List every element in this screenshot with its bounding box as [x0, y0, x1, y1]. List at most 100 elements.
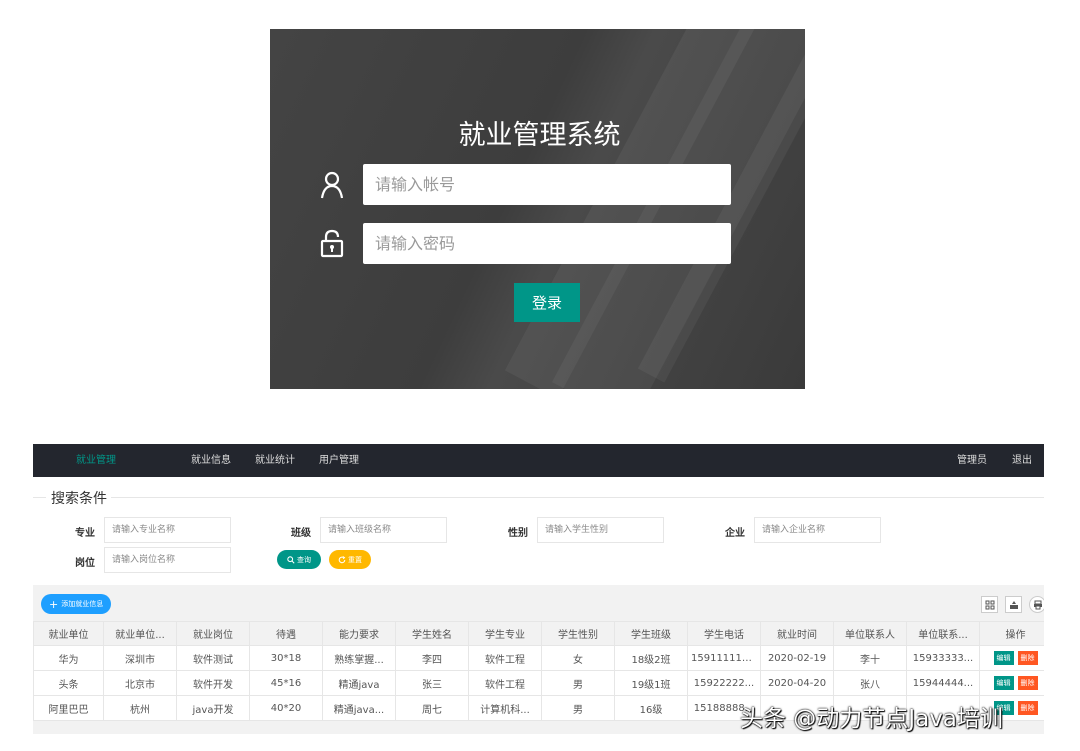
password-input[interactable]: [363, 223, 731, 264]
table-row[interactable]: 华为 深圳市 软件测试 30*18 熟练掌握... 李四 软件工程 女 18级2…: [33, 645, 1044, 671]
query-button[interactable]: 查询: [277, 550, 321, 569]
logout-link[interactable]: 退出: [1012, 451, 1032, 466]
major-input[interactable]: [104, 517, 231, 543]
column-header[interactable]: 学生电话: [687, 621, 761, 646]
password-row: [320, 223, 732, 265]
table-cell: 精通java...: [322, 695, 396, 721]
column-header[interactable]: 就业时间: [760, 621, 834, 646]
company-label: 企业: [725, 528, 745, 539]
position-input[interactable]: [104, 547, 231, 573]
column-header[interactable]: 单位联系人: [833, 621, 907, 646]
table-cell: 精通java: [322, 670, 396, 696]
table-cell: 软件工程: [468, 670, 542, 696]
nav-brand[interactable]: 就业管理: [76, 451, 116, 466]
table-cell: 软件工程: [468, 645, 542, 671]
admin-app: 就业管理 就业信息 就业统计 用户管理 管理员 退出 搜索条件 专业 班级 性别…: [33, 444, 1044, 734]
column-header[interactable]: 就业单位: [33, 621, 104, 646]
columns-filter-icon[interactable]: [981, 596, 998, 613]
lock-icon: [320, 229, 344, 258]
nav-item-user-management[interactable]: 用户管理: [319, 451, 359, 466]
table-cell: 软件测试: [176, 645, 250, 671]
print-icon[interactable]: [1029, 596, 1044, 613]
table-cell: 杭州: [103, 695, 177, 721]
table-cell: 19级1班: [614, 670, 688, 696]
column-header[interactable]: 学生班级: [614, 621, 688, 646]
delete-button[interactable]: 删除: [1017, 701, 1038, 715]
reset-label: 重置: [348, 555, 362, 564]
column-header[interactable]: 能力要求: [322, 621, 396, 646]
table-cell: 熟练掌握...: [322, 645, 396, 671]
table-cell: 计算机科...: [468, 695, 542, 721]
table-cell: 40*20: [249, 695, 323, 721]
divider: [33, 497, 46, 498]
table-cell: 159111111...: [687, 645, 761, 671]
row-actions: 编辑 删除: [979, 670, 1044, 696]
table-cell: 2020-02-19: [760, 645, 834, 671]
table-row[interactable]: 头条 北京市 软件开发 45*16 精通java 张三 软件工程 男 19级1班…: [33, 670, 1044, 696]
position-label: 岗位: [75, 558, 95, 569]
edit-button[interactable]: 编辑: [993, 676, 1014, 690]
login-button[interactable]: 登录: [514, 283, 580, 322]
table-cell: 男: [541, 695, 615, 721]
table-cell: 15922222...: [687, 670, 761, 696]
table-header-row: 就业单位 就业单位... 就业岗位 待遇 能力要求 学生姓名 学生专业 学生性别…: [33, 621, 1044, 646]
column-header[interactable]: 操作: [979, 621, 1044, 646]
gender-label: 性别: [508, 528, 528, 539]
add-employment-button[interactable]: + 添加就业信息: [41, 594, 112, 614]
column-header[interactable]: 就业单位...: [103, 621, 177, 646]
refresh-icon: [338, 555, 346, 563]
table-cell: 张八: [833, 670, 907, 696]
table-cell: 男: [541, 670, 615, 696]
table-cell: 深圳市: [103, 645, 177, 671]
table-cell: 15933333...: [906, 645, 980, 671]
table-cell: 女: [541, 645, 615, 671]
table-cell: 2020-04-20: [760, 670, 834, 696]
table-cell: 16级: [614, 695, 688, 721]
column-header[interactable]: 学生姓名: [395, 621, 469, 646]
reset-button[interactable]: 重置: [329, 550, 371, 569]
user-icon: [320, 171, 344, 199]
table-cell: java开发: [176, 695, 250, 721]
add-employment-label: 添加就业信息: [61, 600, 104, 608]
table-cell: 18级2班: [614, 645, 688, 671]
row-actions: 编辑 删除: [979, 645, 1044, 671]
nav-user[interactable]: 管理员: [957, 451, 987, 466]
major-label: 专业: [75, 528, 95, 539]
gender-input[interactable]: [537, 517, 664, 543]
table-cell: 阿里巴巴: [33, 695, 104, 721]
nav-item-employment-info[interactable]: 就业信息: [191, 451, 231, 466]
class-input[interactable]: [320, 517, 447, 543]
column-header[interactable]: 学生专业: [468, 621, 542, 646]
column-header[interactable]: 单位联系...: [906, 621, 980, 646]
login-panel: 就业管理系统 登录: [270, 29, 805, 389]
plus-icon: +: [49, 597, 59, 611]
column-header[interactable]: 待遇: [249, 621, 323, 646]
edit-button[interactable]: 编辑: [993, 651, 1014, 665]
search-section-title: 搜索条件: [51, 491, 107, 507]
watermark-text: 头条 @动力节点Java培训: [740, 706, 1003, 732]
search-icon: [287, 555, 295, 564]
column-header[interactable]: 就业岗位: [176, 621, 250, 646]
login-title: 就业管理系统: [458, 120, 621, 151]
divider: [111, 497, 1044, 498]
table-cell: 15944444...: [906, 670, 980, 696]
nav-item-employment-stats[interactable]: 就业统计: [255, 451, 295, 466]
table-cell: 张三: [395, 670, 469, 696]
delete-button[interactable]: 删除: [1017, 651, 1038, 665]
table-cell: 华为: [33, 645, 104, 671]
table-cell: 头条: [33, 670, 104, 696]
company-input[interactable]: [754, 517, 881, 543]
username-input[interactable]: [363, 164, 731, 205]
table-cell: 周七: [395, 695, 469, 721]
table-cell: 软件开发: [176, 670, 250, 696]
export-icon[interactable]: [1005, 596, 1022, 613]
query-label: 查询: [297, 555, 311, 564]
delete-button[interactable]: 删除: [1017, 676, 1038, 690]
table-cell: 45*16: [249, 670, 323, 696]
column-header[interactable]: 学生性别: [541, 621, 615, 646]
top-nav: 就业管理 就业信息 就业统计 用户管理 管理员 退出: [33, 444, 1044, 477]
username-row: [320, 164, 732, 206]
table-cell: 北京市: [103, 670, 177, 696]
table-cell: 李十: [833, 645, 907, 671]
table-cell: 30*18: [249, 645, 323, 671]
